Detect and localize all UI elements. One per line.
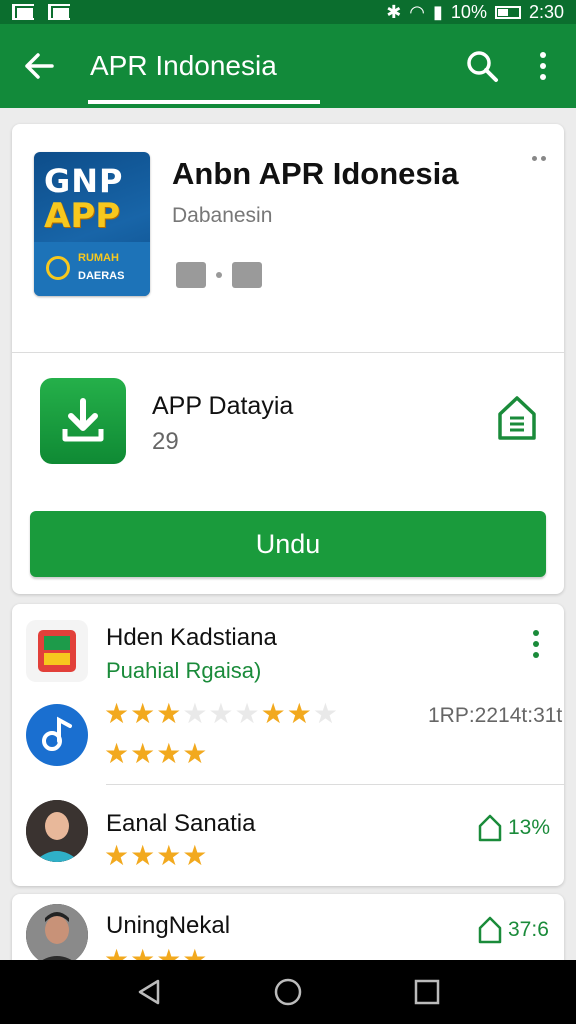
location-pin-icon [46,256,70,280]
house-icon [478,814,502,842]
review-meta: 1RP:2214t:31t [428,704,563,727]
app-bar: APR Indonesia [0,24,576,108]
download-app-icon[interactable] [40,378,126,464]
review-stat-value: 13% [508,816,551,839]
download-count: 29 [152,428,179,455]
signal-icon: ▮ [433,1,443,22]
review-stat-value: 37:6 [508,918,549,941]
reviewer-name: Eanal Sanatia [106,810,256,837]
person-avatar-icon [26,800,88,862]
reviewer-subtitle: Puahial Rgaisa) [106,658,262,683]
clock: 2:30 [528,1,564,22]
download-icon [62,398,104,442]
tab-indicator [88,100,320,104]
rating-stars: ★★★★ [104,738,209,769]
back-nav-icon[interactable] [134,977,164,1007]
mail-icon [48,4,71,20]
home-nav-icon[interactable] [273,977,303,1007]
reviews-card: Hden Kadstiana Puahial Rgaisa) ★★★★★★★★★… [12,604,564,886]
page-title: APR Indonesia [90,50,277,81]
divider [106,784,564,785]
more-button[interactable] [528,48,558,84]
rating-stars: ★★★★★★★★★ [104,698,339,729]
search-icon [467,51,498,82]
reviewer-avatar[interactable] [26,800,88,862]
recents-nav-icon[interactable] [412,977,442,1007]
status-bar: ✱ ◠ ▮ 10% 2:30 [0,0,576,24]
reviewer-name: UningNekal [106,912,231,939]
battery-icon [494,5,521,19]
home-icon[interactable] [496,394,538,442]
rating-stars: ★★★★ [104,840,209,871]
review-stat: 37:6 [478,916,549,944]
game-logo-icon [38,630,76,672]
card-menu-button[interactable] [532,156,546,161]
back-arrow-icon [25,53,54,79]
reviewer-avatar[interactable] [26,904,88,966]
app-icon-text: GNP [44,162,124,200]
app-meta [176,262,262,288]
battery-text: 10% [450,1,487,22]
reviewer-avatar[interactable] [26,704,88,766]
wifi-icon: ◠ [409,1,426,22]
more-icon [540,52,546,58]
app-detail-card: GNP APP RUMAH DAERAS Anbn APR Idonesia D… [12,124,564,594]
reviewer-avatar[interactable] [26,620,88,682]
person-avatar-icon [26,904,88,966]
divider [12,352,564,353]
reviewer-name: Hden Kadstiana [106,624,277,651]
back-button[interactable] [0,24,78,108]
search-button[interactable] [462,46,502,86]
install-button[interactable]: Undu [30,511,546,577]
developer-name[interactable]: Dabanesin [172,204,272,228]
mail-icon [12,4,35,20]
app-icon-text: APP [44,196,121,236]
app-icon-text: DAERAS [78,270,125,282]
review-stat: 13% [478,814,550,842]
download-title: APP Datayia [152,392,294,420]
content-rating-icon [176,262,206,288]
bluetooth-icon: ✱ [386,1,402,22]
music-note-icon [42,716,72,751]
app-icon[interactable]: GNP APP RUMAH DAERAS [34,152,150,296]
system-nav-bar [0,960,576,1024]
house-icon [478,916,502,944]
app-icon-text: RUMAH [78,252,119,264]
app-title: Anbn APR Idonesia [172,156,459,191]
size-icon [232,262,262,288]
review-menu-button[interactable] [533,630,539,658]
